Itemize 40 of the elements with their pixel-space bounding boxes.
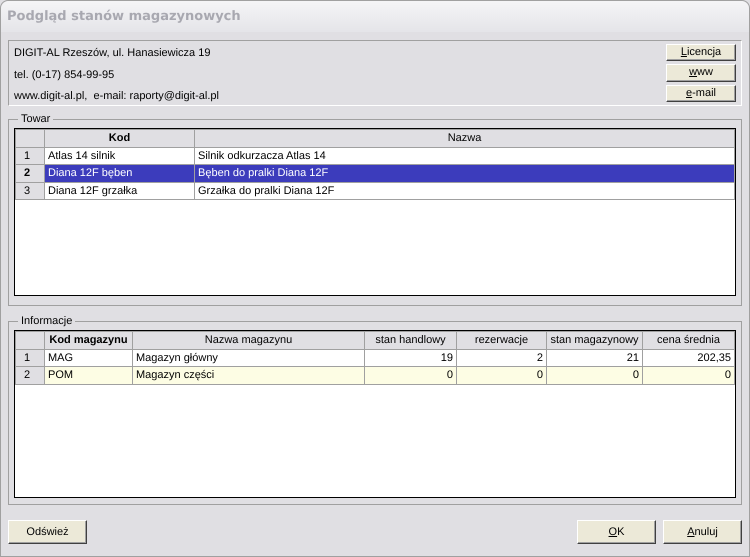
column-header: Nazwa xyxy=(194,129,734,147)
table-cell: Diana 12F grzałka xyxy=(44,182,194,200)
window-title: Podgląd stanów magazynowych xyxy=(7,8,241,26)
column-header: stan magazynowy xyxy=(546,331,642,349)
table-cell: Grzałka do pralki Diana 12F xyxy=(194,182,734,200)
group-title: Towar xyxy=(20,112,52,127)
table-cell: 0 xyxy=(364,366,456,384)
info-text: tel. (0-17) 854-99-95 xyxy=(14,68,116,82)
table-row[interactable]: 1 MAG Magazyn główny 19 2 21 202,35 xyxy=(16,349,734,366)
table-row[interactable]: 2 Diana 12F bęben Bęben do pralki Diana 12F xyxy=(16,164,734,182)
table-cell: 0 xyxy=(642,366,734,384)
group-title: Informacje xyxy=(20,314,74,329)
button[interactable]: e-mail xyxy=(666,84,736,102)
table-cell: Diana 12F bęben xyxy=(44,164,194,182)
table-cell: 0 xyxy=(456,366,546,384)
table-row[interactable]: 3 Diana 12F grzałka Grzałka do pralki Diana 12F xyxy=(16,182,734,200)
table-cell: Magazyn części xyxy=(132,366,364,384)
column-header: cena średnia xyxy=(642,331,734,349)
column-header: Nazwa magazynu xyxy=(132,331,364,349)
table-cell: Bęben do pralki Diana 12F xyxy=(194,164,734,182)
column-header: stan handlowy xyxy=(364,331,456,349)
button[interactable]: Licencja xyxy=(666,44,736,62)
button[interactable]: OK xyxy=(577,520,656,544)
button[interactable]: Odśwież xyxy=(8,520,87,544)
row-number: 1 xyxy=(16,147,44,164)
table-cell: 0 xyxy=(546,366,642,384)
button[interactable]: Anuluj xyxy=(663,520,742,544)
row-number: 3 xyxy=(16,182,44,200)
column-header: rezerwacje xyxy=(456,331,546,349)
row-number: 1 xyxy=(16,349,44,366)
info-text: DIGIT-AL Rzeszów, ul. Hanasiewicza 19 xyxy=(14,46,212,61)
row-number: 2 xyxy=(16,366,44,384)
table-cell: POM xyxy=(44,366,132,384)
column-header: Kod magazynu xyxy=(44,331,132,349)
button[interactable]: www xyxy=(666,64,736,82)
column-header: Kod xyxy=(44,129,194,147)
info-text: www.digit-al.pl, e-mail: raporty@digit-al.pl xyxy=(14,89,219,104)
table-row[interactable]: 2 POM Magazyn części 0 0 0 0 xyxy=(16,366,734,384)
row-number: 2 xyxy=(16,164,44,182)
table-row[interactable]: 1 Atlas 14 silnik Silnik odkurzacza Atlas 14 xyxy=(16,147,734,164)
